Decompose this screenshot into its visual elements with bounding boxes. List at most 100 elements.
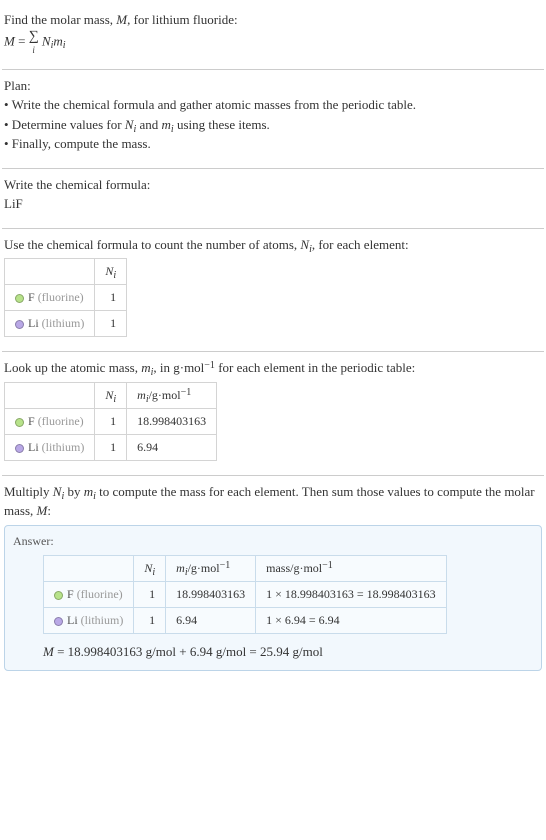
- element-dot-icon: [15, 320, 24, 329]
- text: =: [15, 33, 29, 48]
- text: Write the chemical formula:: [4, 175, 542, 195]
- text: , for lithium fluoride:: [127, 12, 237, 27]
- sub: i: [152, 567, 155, 578]
- text: :: [47, 503, 51, 518]
- atomic-mass-table: Ni mi/g·mol−1 F (fluorine) 1 18.99840316…: [4, 382, 217, 461]
- sub: i: [93, 491, 96, 502]
- text: by: [64, 484, 84, 499]
- sub: i: [63, 40, 66, 51]
- answer-box: Answer: Ni mi/g·mol−1 mass/g·mol−1 F (fl…: [4, 525, 542, 671]
- var-M: M: [116, 12, 127, 27]
- text: Use the chemical formula to count the nu…: [4, 237, 300, 252]
- cell-n: 1: [95, 408, 127, 434]
- table-header-row: Ni mi/g·mol−1: [5, 382, 217, 408]
- element-symbol: Li: [28, 440, 39, 454]
- section-find-molar-mass: Find the molar mass, M, for lithium fluo…: [2, 4, 544, 69]
- cell-mass: 1 × 18.998403163 = 18.998403163: [256, 581, 447, 607]
- answer-table: Ni mi/g·mol−1 mass/g·mol−1 F (fluorine) …: [43, 555, 447, 634]
- element-name: (lithium): [39, 316, 85, 330]
- col-mass: mass/g·mol: [266, 561, 322, 575]
- col-mi: m: [137, 388, 146, 402]
- element-dot-icon: [54, 591, 63, 600]
- table-header-row: Ni: [5, 259, 127, 285]
- element-name: (lithium): [39, 440, 85, 454]
- sigma: ∑i: [29, 30, 39, 55]
- var-mi: m: [162, 117, 171, 132]
- plan-heading: Plan:: [4, 76, 542, 96]
- element-name: (lithium): [78, 613, 124, 627]
- var-Ni: N: [42, 33, 51, 48]
- cell-n: 1: [95, 285, 127, 311]
- sub: i: [146, 394, 149, 405]
- unit: /g·mol: [188, 561, 220, 575]
- sub: i: [133, 124, 136, 135]
- cell-m: 6.94: [166, 607, 256, 633]
- cell-m: 18.998403163: [127, 408, 217, 434]
- sub: i: [113, 394, 116, 405]
- text: using these items.: [174, 117, 270, 132]
- element-dot-icon: [15, 444, 24, 453]
- element-dot-icon: [15, 294, 24, 303]
- text: for each element in the periodic table:: [215, 360, 415, 375]
- element-name: (fluorine): [35, 414, 84, 428]
- sup: −1: [204, 360, 215, 371]
- cell-m: 6.94: [127, 434, 217, 460]
- element-name: (fluorine): [35, 290, 84, 304]
- sup: −1: [181, 387, 192, 398]
- text: , in g·mol: [153, 360, 204, 375]
- sub: i: [51, 40, 54, 51]
- col-mi: m: [176, 561, 185, 575]
- var-mi: m: [84, 484, 93, 499]
- section-chemical-formula: Write the chemical formula: LiF: [2, 169, 544, 228]
- element-dot-icon: [54, 617, 63, 626]
- text: Multiply: [4, 484, 53, 499]
- section-count-atoms: Use the chemical formula to count the nu…: [2, 229, 544, 352]
- sub: i: [113, 270, 116, 281]
- element-name: (fluorine): [74, 587, 123, 601]
- table-row: F (fluorine) 1 18.998403163 1 × 18.99840…: [44, 581, 447, 607]
- plan-line: • Finally, compute the mass.: [4, 134, 542, 154]
- var-mi: m: [141, 360, 150, 375]
- table-row: F (fluorine) 1 18.998403163: [5, 408, 217, 434]
- chemical-formula: LiF: [4, 194, 542, 214]
- var-mi: m: [53, 33, 62, 48]
- final-result: = 18.998403163 g/mol + 6.94 g/mol = 25.9…: [54, 644, 323, 659]
- sup: −1: [322, 560, 333, 571]
- table-row: F (fluorine) 1: [5, 285, 127, 311]
- table-row: Li (lithium) 1 6.94 1 × 6.94 = 6.94: [44, 607, 447, 633]
- var-M: M: [37, 503, 48, 518]
- element-symbol: F: [28, 290, 35, 304]
- cell-n: 1: [134, 607, 166, 633]
- var-M: M: [43, 644, 54, 659]
- table-header-row: Ni mi/g·mol−1 mass/g·mol−1: [44, 555, 447, 581]
- element-dot-icon: [15, 418, 24, 427]
- cell-m: 18.998403163: [166, 581, 256, 607]
- atoms-count-table: Ni F (fluorine) 1 Li (lithium) 1: [4, 258, 127, 337]
- sub: i: [151, 367, 154, 378]
- var-M: M: [4, 33, 15, 48]
- cell-n: 1: [95, 311, 127, 337]
- sub: i: [185, 567, 188, 578]
- var-Ni: N: [300, 237, 309, 252]
- text: • Determine values for: [4, 117, 125, 132]
- answer-label: Answer:: [13, 534, 533, 549]
- plan-line: • Write the chemical formula and gather …: [4, 95, 542, 115]
- element-symbol: Li: [28, 316, 39, 330]
- table-row: Li (lithium) 1 6.94: [5, 434, 217, 460]
- sub: i: [171, 124, 174, 135]
- sup: −1: [220, 560, 231, 571]
- text: and: [136, 117, 161, 132]
- element-symbol: Li: [67, 613, 78, 627]
- sub: i: [61, 491, 64, 502]
- section-lookup-mass: Look up the atomic mass, mi, in g·mol−1 …: [2, 352, 544, 475]
- section-answer: Multiply Ni by mi to compute the mass fo…: [2, 476, 544, 675]
- table-row: Li (lithium) 1: [5, 311, 127, 337]
- cell-n: 1: [95, 434, 127, 460]
- element-symbol: F: [28, 414, 35, 428]
- section-plan: Plan: • Write the chemical formula and g…: [2, 70, 544, 168]
- text: , for each element:: [312, 237, 409, 252]
- unit: /g·mol: [149, 388, 181, 402]
- cell-n: 1: [134, 581, 166, 607]
- cell-mass: 1 × 6.94 = 6.94: [256, 607, 447, 633]
- text: Look up the atomic mass,: [4, 360, 141, 375]
